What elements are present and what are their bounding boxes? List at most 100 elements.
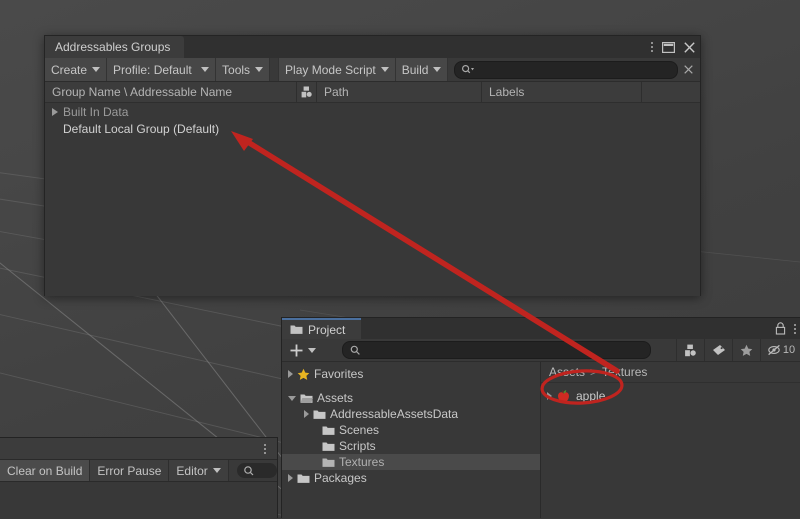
addressables-column-header: Group Name \ Addressable Name Path Label… — [45, 82, 700, 103]
addressables-search-input[interactable] — [454, 60, 678, 79]
tree-item-label: Assets — [317, 391, 354, 405]
tree-item-label: Scripts — [339, 439, 376, 453]
chevron-right-icon[interactable] — [288, 370, 293, 378]
build-button[interactable]: Build — [395, 58, 449, 81]
clear-on-build-button[interactable]: Clear on Build — [0, 460, 91, 481]
foldout-arrow-icon[interactable] — [52, 107, 58, 116]
list-item[interactable]: apple — [541, 387, 800, 405]
tools-label: Tools — [222, 62, 251, 77]
table-row[interactable]: Built In Data — [45, 103, 700, 120]
tree-item-label: Scenes — [339, 423, 380, 437]
tab-project[interactable]: Project — [282, 318, 362, 339]
folder-icon — [322, 458, 335, 467]
hidden-packages-count: 10 — [782, 344, 796, 356]
console-log-area — [0, 482, 277, 519]
folder-icon — [290, 325, 303, 334]
folder-icon — [322, 426, 335, 435]
star-icon — [297, 368, 310, 380]
column-header-labels[interactable]: Labels — [482, 82, 642, 102]
kebab-menu-icon[interactable] — [651, 42, 653, 52]
tools-button[interactable]: Tools — [216, 58, 271, 81]
search-icon — [462, 64, 475, 73]
project-tab-controls — [775, 318, 796, 339]
tree-item-label: Textures — [339, 455, 385, 469]
search-by-type-icon[interactable] — [676, 339, 704, 361]
column-header-group-name[interactable]: Group Name \ Addressable Name — [45, 82, 297, 102]
hidden-packages-toggle[interactable]: 10 — [760, 339, 800, 361]
folder-icon — [322, 442, 335, 451]
chevron-right-icon[interactable] — [304, 410, 309, 418]
asset-label: apple — [576, 389, 606, 403]
column-header-path[interactable]: Path — [317, 82, 482, 102]
console-toolbar: Clear on Build Error Pause Editor — [0, 460, 277, 482]
project-content: Favorites Assets AddressableAssetsData S… — [282, 362, 800, 518]
label-tag-icon[interactable] — [704, 339, 732, 361]
folder-icon — [297, 474, 310, 483]
play-mode-script-label: Play Mode Script — [285, 62, 376, 77]
console-window: Clear on Build Error Pause Editor — [0, 437, 278, 519]
tree-item-label: Favorites — [314, 367, 364, 381]
tree-item-scripts[interactable]: Scripts — [282, 438, 540, 454]
group-name-label: Built In Data — [63, 104, 129, 119]
tree-item-label: Packages — [314, 471, 367, 485]
table-row[interactable]: Default Local Group (Default) — [45, 120, 700, 137]
console-search-input[interactable] — [236, 463, 277, 478]
kebab-menu-icon[interactable] — [794, 323, 796, 334]
chevron-right-icon[interactable] — [288, 474, 293, 482]
tree-item-scenes[interactable]: Scenes — [282, 422, 540, 438]
profile-dropdown[interactable]: Profile: Default — [107, 58, 217, 81]
breadcrumb-assets[interactable]: Assets — [549, 365, 585, 379]
chevron-down-icon — [212, 468, 221, 473]
star-icon — [740, 344, 753, 356]
search-icon — [243, 466, 254, 476]
create-label: Create — [51, 62, 88, 77]
console-tabbar — [0, 438, 277, 460]
tree-item-addressableassetsdata[interactable]: AddressableAssetsData — [282, 406, 540, 422]
breadcrumb-textures[interactable]: Textures — [602, 365, 647, 379]
addressables-tabbar: Addressables Groups — [45, 36, 700, 58]
tree-item-assets[interactable]: Assets — [282, 390, 540, 406]
error-pause-button[interactable]: Error Pause — [90, 460, 170, 481]
folder-icon — [313, 410, 326, 419]
clear-on-build-label: Clear on Build — [7, 463, 83, 478]
project-asset-list: Assets > Textures apple — [541, 362, 800, 518]
tree-item-favorites[interactable]: Favorites — [282, 366, 540, 382]
tab-label: Addressables Groups — [55, 40, 171, 54]
chevron-down-icon[interactable] — [288, 395, 296, 401]
column-label: Path — [324, 85, 349, 99]
chevron-down-icon — [433, 67, 442, 72]
lock-icon[interactable] — [775, 322, 786, 335]
breadcrumb-separator: > — [590, 365, 598, 379]
create-button[interactable]: Create — [45, 58, 108, 81]
addressables-group-list: Built In Data Default Local Group (Defau… — [45, 103, 700, 296]
column-label: Group Name \ Addressable Name — [52, 85, 233, 99]
apple-texture-icon — [558, 389, 569, 403]
column-header-spacer — [642, 82, 698, 102]
plus-icon — [290, 344, 303, 356]
add-asset-button[interactable] — [282, 339, 324, 361]
addressable-flag-icon — [301, 86, 312, 98]
close-icon[interactable] — [684, 41, 695, 53]
project-search-input[interactable] — [342, 341, 651, 359]
chevron-down-icon — [380, 67, 389, 72]
console-kebab-menu-icon[interactable] — [259, 442, 271, 455]
chevron-right-icon[interactable] — [547, 392, 552, 400]
maximize-icon[interactable] — [662, 41, 675, 53]
addressables-toolbar: Create Profile: Default Tools Play Mode … — [45, 58, 700, 82]
favorite-star-icon[interactable] — [732, 339, 760, 361]
profile-label: Profile: Default — [113, 62, 192, 77]
addressables-search-area — [448, 58, 700, 81]
search-clear-icon[interactable] — [680, 65, 696, 74]
search-icon — [350, 345, 360, 355]
tab-addressables-groups[interactable]: Addressables Groups — [45, 36, 185, 58]
chevron-down-icon — [255, 67, 264, 72]
tree-item-packages[interactable]: Packages — [282, 470, 540, 486]
tree-item-label: AddressableAssetsData — [330, 407, 459, 421]
play-mode-script-button[interactable]: Play Mode Script — [278, 58, 396, 81]
tree-item-textures[interactable]: Textures — [282, 454, 540, 470]
project-window: Project 10 Favorites Assets AddressableA… — [281, 317, 800, 518]
editor-dropdown-button[interactable]: Editor — [169, 460, 229, 481]
group-name-label: Default Local Group (Default) — [63, 121, 220, 136]
column-header-icon[interactable] — [297, 82, 317, 102]
